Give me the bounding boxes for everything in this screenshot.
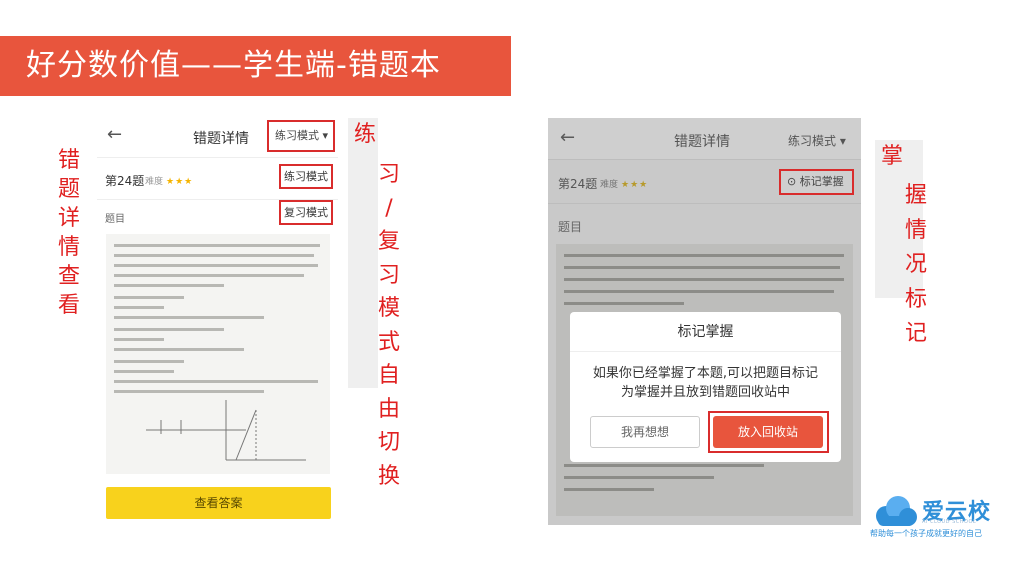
review-mode-option[interactable]: 复习模式 xyxy=(279,200,333,225)
label-char: 查 xyxy=(58,264,81,289)
label-char: 习 xyxy=(378,162,401,187)
question-number: 第24题 xyxy=(105,174,145,188)
screen-title: 错题详情 xyxy=(193,131,249,147)
screen-title: 错题详情 xyxy=(674,134,730,150)
view-answer-button[interactable]: 查看答案 xyxy=(106,487,331,519)
question-diagram xyxy=(146,400,306,461)
dialog-message: 如果你已经掌握了本题,可以把题目标记为掌握并且放到错题回收站中 xyxy=(592,366,819,400)
back-arrow-icon[interactable]: ← xyxy=(107,124,122,145)
difficulty-label: 难度 xyxy=(600,180,619,190)
label-char: 题 xyxy=(58,177,81,202)
mode-dropdown[interactable]: 练习模式 ▾ xyxy=(267,120,335,152)
label-char: 换 xyxy=(378,463,401,489)
logo-slogan: 帮助每一个孩子成就更好的自己 xyxy=(870,529,982,538)
brand-logo: 爱云校 AI CLOUD SCHOOL 帮助每一个孩子成就更好的自己 xyxy=(870,492,1020,542)
practice-mode-option[interactable]: 练习模式 xyxy=(279,164,333,189)
banner-title: 好分数价值——学生端-错题本 xyxy=(26,48,441,83)
mark-mastered-button[interactable]: ⊙ 标记掌握 xyxy=(779,169,854,195)
label-mastery: 握 情 况 标 记 xyxy=(905,179,927,352)
difficulty-label: 难度 xyxy=(145,177,164,187)
question-number: 第24题 xyxy=(558,177,598,191)
difficulty-stars: ★★★ xyxy=(166,177,194,187)
label-mode-first: 练 xyxy=(354,122,376,148)
label-char: 由 xyxy=(378,396,401,422)
logo-subtitle: AI CLOUD SCHOOL xyxy=(922,519,977,525)
label-char: 情 xyxy=(58,235,81,260)
mode-dropdown[interactable]: 练习模式 ▾ xyxy=(788,132,846,149)
nav-bar: ← 错题详情 练习模式 ▾ xyxy=(548,118,861,160)
scanned-question-image xyxy=(106,234,330,474)
phone-screen-question-detail: ← 错题详情 练习模式 ▾ 第24题 难度 ★★★ 练习模式 复习模式 题目 查… xyxy=(97,114,338,527)
label-char: 切 xyxy=(378,430,401,455)
label-char: 握 xyxy=(905,183,928,208)
dialog-cancel-button[interactable]: 我再想想 xyxy=(590,416,700,448)
back-arrow-icon[interactable]: ← xyxy=(560,127,575,148)
label-char: 式 xyxy=(378,329,401,355)
label-char: 情 xyxy=(905,217,928,243)
label-detail-view: 错 题 详 情 查 看 xyxy=(58,146,80,320)
label-char: 况 xyxy=(905,252,928,277)
label-char: 记 xyxy=(905,321,928,346)
question-stem-label: 题目 xyxy=(105,214,125,225)
nav-bar: ← 错题详情 练习模式 ▾ xyxy=(97,114,338,158)
label-char: 自 xyxy=(378,363,401,388)
difficulty: 难度 ★★★ xyxy=(600,177,648,190)
label-char: 看 xyxy=(58,293,81,318)
label-band-mode xyxy=(348,118,378,388)
label-char: 详 xyxy=(58,206,81,231)
difficulty: 难度 ★★★ xyxy=(145,174,193,187)
label-char: 模 xyxy=(378,296,401,321)
label-char: 复 xyxy=(378,229,401,254)
question-stem-label: 题目 xyxy=(558,220,583,234)
label-char: 掌 xyxy=(881,144,904,169)
dialog-title: 标记掌握 xyxy=(570,312,841,352)
dialog-confirm-button[interactable]: 放入回收站 xyxy=(713,416,823,448)
question-info-row: 第24题 难度 ★★★ ⊙ 标记掌握 xyxy=(548,160,861,204)
label-mastery-first: 掌 xyxy=(881,144,903,170)
cloud-logo-icon xyxy=(876,496,917,526)
label-char: 练 xyxy=(354,122,377,147)
mark-mastery-dialog: 标记掌握 如果你已经掌握了本题,可以把题目标记为掌握并且放到错题回收站中 我再想… xyxy=(570,312,841,462)
page-banner: 好分数价值——学生端-错题本 xyxy=(0,36,511,96)
difficulty-stars: ★★★ xyxy=(621,180,649,190)
label-char: 习 xyxy=(378,262,401,288)
label-char: / xyxy=(385,195,393,221)
label-char: 标 xyxy=(905,286,928,312)
label-char: 错 xyxy=(58,148,81,173)
label-mode-switch: 习 / 复 习 模 式 自 由 切 换 xyxy=(378,158,400,493)
